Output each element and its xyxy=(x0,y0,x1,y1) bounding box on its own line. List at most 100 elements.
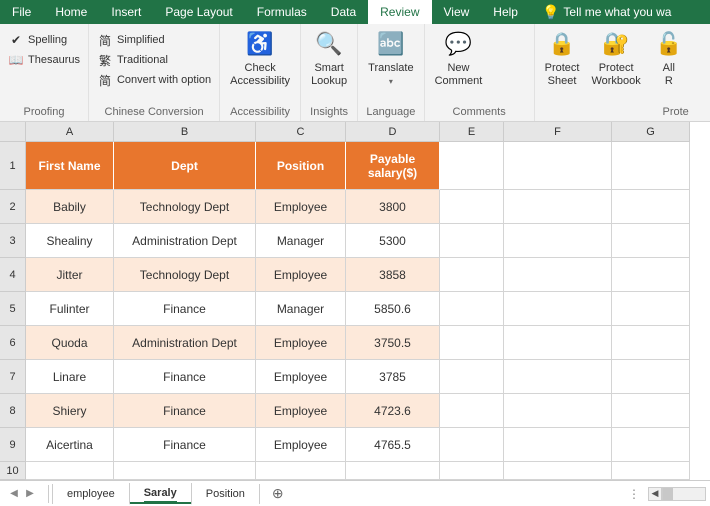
col-header-f[interactable]: F xyxy=(504,122,612,142)
select-all-corner[interactable] xyxy=(0,122,26,142)
row-header[interactable]: 1 xyxy=(0,142,26,190)
cell[interactable]: Finance xyxy=(114,360,256,394)
cell[interactable]: 3858 xyxy=(346,258,440,292)
col-header-g[interactable]: G xyxy=(612,122,690,142)
scroll-thumb[interactable] xyxy=(663,488,673,500)
traditional-button[interactable]: 繁 Traditional xyxy=(93,50,172,70)
cell[interactable] xyxy=(504,292,612,326)
cell[interactable]: Linare xyxy=(26,360,114,394)
row-header[interactable]: 4 xyxy=(0,258,26,292)
menu-view[interactable]: View xyxy=(432,0,482,24)
cell[interactable] xyxy=(440,326,504,360)
row-header[interactable]: 5 xyxy=(0,292,26,326)
cell[interactable] xyxy=(612,292,690,326)
cell[interactable]: 5850.6 xyxy=(346,292,440,326)
cell[interactable] xyxy=(504,190,612,224)
menu-review[interactable]: Review xyxy=(368,0,431,24)
cell[interactable]: Employee xyxy=(256,428,346,462)
smart-lookup-button[interactable]: 🔍 Smart Lookup xyxy=(305,26,353,90)
cell[interactable] xyxy=(440,142,504,190)
cell[interactable]: Employee xyxy=(256,326,346,360)
cell[interactable] xyxy=(440,360,504,394)
col-header-b[interactable]: B xyxy=(114,122,256,142)
thesaurus-button[interactable]: 📖 Thesaurus xyxy=(4,50,84,70)
protect-sheet-button[interactable]: 🔒 Protect Sheet xyxy=(539,26,586,90)
cell[interactable]: Manager xyxy=(256,292,346,326)
menu-data[interactable]: Data xyxy=(319,0,368,24)
cell[interactable]: Shealiny xyxy=(26,224,114,258)
cell[interactable]: Manager xyxy=(256,224,346,258)
cell[interactable] xyxy=(440,428,504,462)
col-header-a[interactable]: A xyxy=(26,122,114,142)
cell[interactable] xyxy=(504,326,612,360)
cell[interactable]: Payable salary($) xyxy=(346,142,440,190)
cell[interactable]: Administration Dept xyxy=(114,326,256,360)
cell[interactable] xyxy=(612,190,690,224)
row-header[interactable]: 6 xyxy=(0,326,26,360)
translate-button[interactable]: 🔤 Translate ▾ xyxy=(362,26,419,88)
check-accessibility-button[interactable]: ♿ Check Accessibility xyxy=(224,26,296,90)
menu-home[interactable]: Home xyxy=(43,0,99,24)
cell[interactable] xyxy=(612,142,690,190)
sheet-tab-position[interactable]: Position xyxy=(191,484,260,504)
menu-formulas[interactable]: Formulas xyxy=(245,0,319,24)
row-header[interactable]: 7 xyxy=(0,360,26,394)
cell[interactable] xyxy=(346,462,440,480)
cell[interactable]: Employee xyxy=(256,360,346,394)
cell[interactable] xyxy=(440,224,504,258)
col-header-c[interactable]: C xyxy=(256,122,346,142)
cell[interactable]: Babily xyxy=(26,190,114,224)
cell[interactable]: 3785 xyxy=(346,360,440,394)
spelling-button[interactable]: ✔ Spelling xyxy=(4,30,71,50)
new-comment-button[interactable]: 💬 New Comment xyxy=(429,26,489,90)
cell[interactable]: Jitter xyxy=(26,258,114,292)
menu-file[interactable]: File xyxy=(0,0,43,24)
menu-insert[interactable]: Insert xyxy=(99,0,153,24)
cell[interactable] xyxy=(612,258,690,292)
cell[interactable] xyxy=(440,394,504,428)
cell[interactable]: 5300 xyxy=(346,224,440,258)
sheet-tab-employee[interactable]: employee xyxy=(52,484,130,504)
cell[interactable] xyxy=(612,394,690,428)
col-header-e[interactable]: E xyxy=(440,122,504,142)
row-header[interactable]: 2 xyxy=(0,190,26,224)
new-sheet-button[interactable]: ⊕ xyxy=(260,485,296,502)
cell[interactable]: Shiery xyxy=(26,394,114,428)
cell[interactable]: Employee xyxy=(256,258,346,292)
cell[interactable] xyxy=(114,462,256,480)
cell[interactable] xyxy=(440,258,504,292)
cell[interactable]: Technology Dept xyxy=(114,190,256,224)
sheet-tab-saraly[interactable]: Saraly xyxy=(129,483,192,505)
cell[interactable]: Quoda xyxy=(26,326,114,360)
cell[interactable]: Finance xyxy=(114,292,256,326)
cell[interactable] xyxy=(256,462,346,480)
menu-help[interactable]: Help xyxy=(481,0,530,24)
convert-button[interactable]: 简 Convert with option xyxy=(93,70,215,90)
row-header[interactable]: 9 xyxy=(0,428,26,462)
allow-ranges-button[interactable]: 🔓 All R xyxy=(647,26,691,90)
cell[interactable]: First Name xyxy=(26,142,114,190)
cell[interactable] xyxy=(612,224,690,258)
cell[interactable]: Administration Dept xyxy=(114,224,256,258)
cell[interactable] xyxy=(26,462,114,480)
cell[interactable] xyxy=(612,326,690,360)
cell[interactable] xyxy=(504,394,612,428)
cell[interactable]: 3750.5 xyxy=(346,326,440,360)
row-header[interactable]: 3 xyxy=(0,224,26,258)
cell[interactable] xyxy=(440,462,504,480)
cell[interactable]: 4723.6 xyxy=(346,394,440,428)
cell[interactable] xyxy=(504,428,612,462)
row-header[interactable]: 10 xyxy=(0,462,26,480)
cell[interactable]: 4765.5 xyxy=(346,428,440,462)
tell-me[interactable]: 💡 Tell me what you wa xyxy=(530,0,683,24)
row-header[interactable]: 8 xyxy=(0,394,26,428)
cell[interactable] xyxy=(504,258,612,292)
cell[interactable] xyxy=(440,292,504,326)
cell[interactable]: Dept xyxy=(114,142,256,190)
cell[interactable]: Aicertina xyxy=(26,428,114,462)
cell[interactable]: Position xyxy=(256,142,346,190)
cell[interactable] xyxy=(504,224,612,258)
sheet-nav-next[interactable]: ▶ xyxy=(22,488,38,499)
cell[interactable]: Employee xyxy=(256,394,346,428)
menu-page-layout[interactable]: Page Layout xyxy=(153,0,244,24)
